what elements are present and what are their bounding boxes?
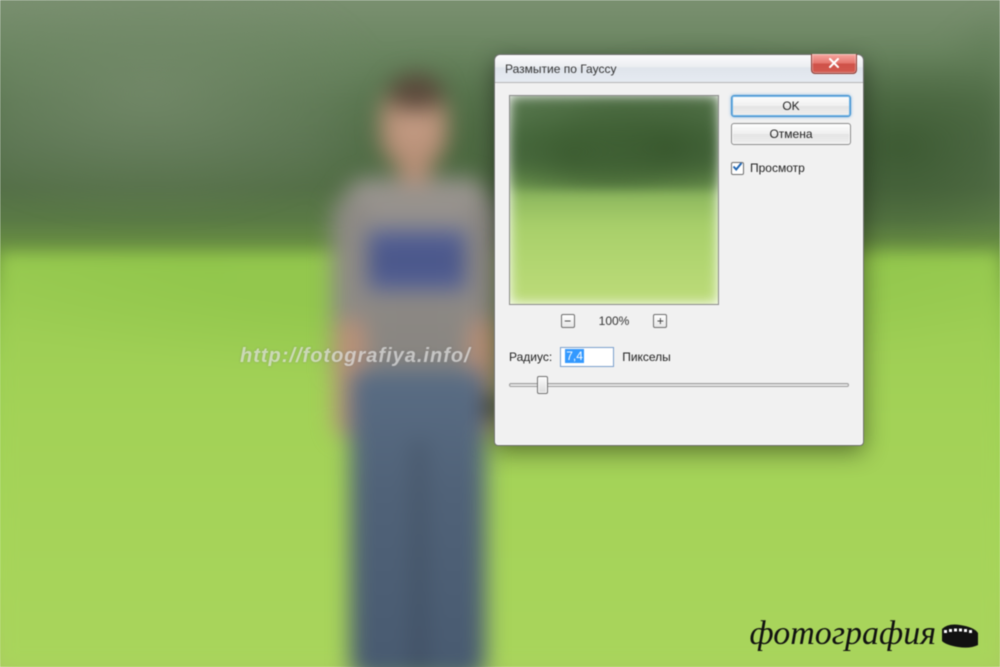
site-logo: фотография xyxy=(750,615,980,653)
logo-text: фотография xyxy=(750,615,936,653)
check-icon xyxy=(732,161,743,175)
film-icon xyxy=(940,620,980,648)
radius-row: Радиус: 7,4 Пикселы xyxy=(509,347,671,367)
dialog-body: − 100% + OK Отмена xyxy=(495,83,863,445)
preview-area[interactable] xyxy=(509,95,719,305)
plus-icon: + xyxy=(657,315,664,327)
zoom-in-button[interactable]: + xyxy=(653,314,667,328)
close-button[interactable] xyxy=(811,54,857,74)
zoom-out-button[interactable]: − xyxy=(561,314,575,328)
gaussian-blur-dialog: Размытие по Гауссу − 100% + xyxy=(494,54,864,446)
ok-label: OK xyxy=(782,99,799,113)
radius-unit: Пикселы xyxy=(622,350,671,364)
slider-track xyxy=(509,383,849,387)
cancel-button[interactable]: Отмена xyxy=(731,123,851,145)
preview-checkbox[interactable] xyxy=(731,162,744,175)
zoom-controls: − 100% + xyxy=(509,311,719,331)
radius-input[interactable]: 7,4 xyxy=(560,347,614,367)
preview-label: Просмотр xyxy=(750,161,805,175)
zoom-percent: 100% xyxy=(599,314,630,328)
background-photo: http://fotografiya.info/ фотография.инфо… xyxy=(0,0,1000,667)
radius-label: Радиус: xyxy=(509,350,552,364)
cancel-label: Отмена xyxy=(769,127,812,141)
preview-row: Просмотр xyxy=(731,161,851,175)
close-icon xyxy=(828,57,840,71)
dialog-title: Размытие по Гауссу xyxy=(505,62,616,76)
dialog-buttons: OK Отмена Просмотр xyxy=(731,95,851,175)
dialog-titlebar[interactable]: Размытие по Гауссу xyxy=(495,55,863,83)
radius-slider[interactable] xyxy=(509,375,849,395)
slider-thumb[interactable] xyxy=(537,376,548,394)
minus-icon: − xyxy=(564,315,571,327)
radius-value: 7,4 xyxy=(565,349,584,363)
ok-button[interactable]: OK xyxy=(731,95,851,117)
background-person xyxy=(310,80,510,667)
